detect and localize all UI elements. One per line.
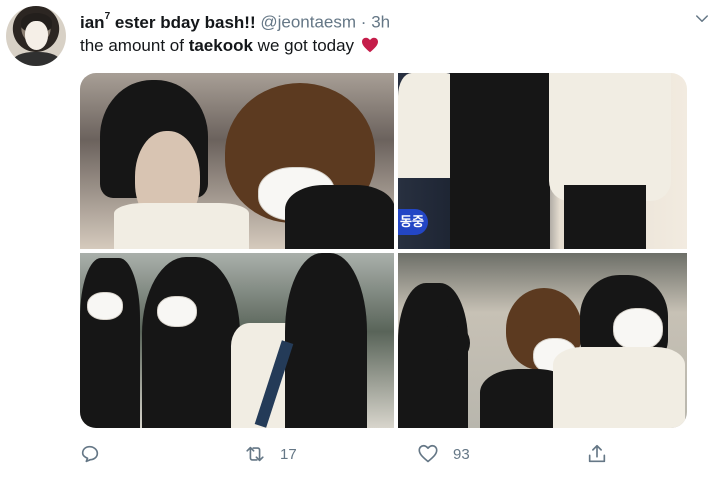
- photo-black-outfit-shape: [142, 257, 240, 428]
- photo-white-shirt-shape: [553, 347, 685, 428]
- share-icon: [588, 444, 606, 463]
- tweet-actions: 17 93: [79, 442, 619, 466]
- tweet-header: ian7 ester bday bash!! @jeontaesm · 3h: [80, 8, 390, 32]
- display-name-suffix: ester bday bash!!: [110, 12, 256, 32]
- retweet-icon: [246, 446, 264, 462]
- photo-dark-jacket-shape: [285, 185, 394, 249]
- photo-cream-shirt-shape: [549, 73, 671, 201]
- user-handle[interactable]: @jeontaesm: [260, 13, 356, 32]
- media-photo-1[interactable]: [80, 73, 394, 249]
- chevron-down-icon: [696, 15, 708, 22]
- photo-mask-shape: [157, 296, 197, 327]
- photo-mask-shape: [87, 292, 123, 320]
- tweet-text: the amount of taekook we got today: [80, 35, 379, 57]
- reply-button[interactable]: [79, 442, 101, 466]
- like-button[interactable]: 93: [417, 442, 470, 466]
- timestamp-separator: ·: [360, 12, 367, 32]
- avatar-shirt-shape: [13, 52, 60, 66]
- share-button[interactable]: [586, 442, 608, 466]
- photo-small-head-shape: [438, 325, 470, 361]
- photo-dark-suit-shape: [450, 73, 550, 249]
- media-grid[interactable]: 동중: [80, 73, 687, 428]
- like-count: 93: [453, 445, 470, 463]
- photo-background-person-shape: [80, 258, 140, 428]
- photo-dark-hair-shape: [285, 253, 367, 428]
- tweet-time[interactable]: 3h: [371, 13, 390, 32]
- display-name-superscript: 7: [104, 11, 111, 22]
- tweet-text-before: the amount of: [80, 36, 189, 55]
- more-options-button[interactable]: [693, 10, 711, 28]
- retweet-count: 17: [280, 445, 297, 463]
- heart-outline-icon: [418, 444, 438, 463]
- retweet-button[interactable]: 17: [244, 442, 297, 466]
- korean-caption-badge: 동중: [398, 209, 428, 235]
- media-photo-2[interactable]: 동중: [398, 73, 687, 249]
- photo-white-shirt-shape: [114, 203, 249, 249]
- profile-avatar[interactable]: [6, 6, 66, 66]
- media-photo-3[interactable]: [80, 253, 394, 428]
- photo-dark-pants-shape: [564, 185, 646, 249]
- tweet-text-bold: taekook: [188, 36, 253, 55]
- display-name-main: ian: [80, 12, 105, 32]
- reply-icon: [81, 445, 99, 463]
- photo-mask-shape: [613, 308, 663, 350]
- heart-icon: [361, 37, 378, 53]
- tweet-text-after: we got today: [252, 36, 355, 55]
- display-name[interactable]: ian7 ester bday bash!!: [80, 11, 260, 32]
- avatar-face-shape: [25, 21, 48, 50]
- media-photo-4[interactable]: [398, 253, 687, 428]
- tweet-card: ian7 ester bday bash!! @jeontaesm · 3h t…: [0, 0, 721, 477]
